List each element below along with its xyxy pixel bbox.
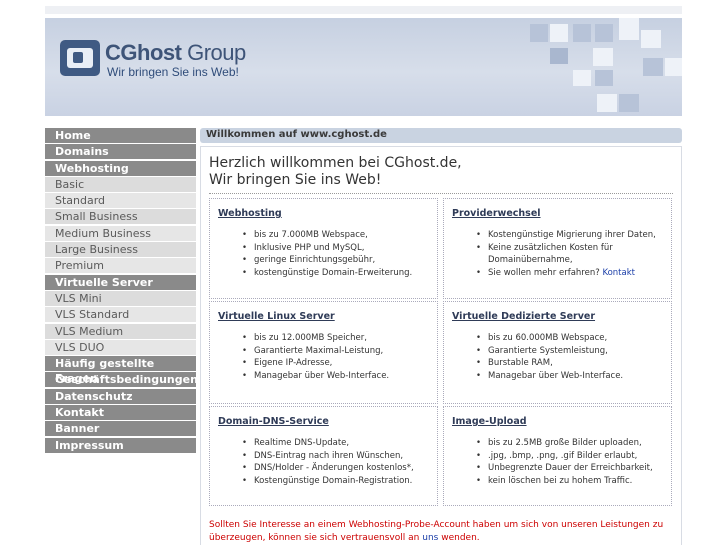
nav-item-premium[interactable]: Premium [45, 258, 196, 274]
decor-square [550, 48, 568, 64]
feature-title[interactable]: Domain-DNS-Service [218, 416, 329, 427]
nav-item-faq[interactable]: Häufig gestellte Fragen [45, 356, 196, 385]
nav-item-domains[interactable]: Domains [45, 144, 196, 160]
brand-name[interactable]: CGhost Group [105, 40, 246, 66]
decor-square [573, 70, 591, 86]
feature-title[interactable]: Virtuelle Linux Server [218, 311, 335, 322]
trial-account-note: Sollten Sie Interesse an einem Webhostin… [209, 519, 669, 545]
feature-list: bis zu 12.000MB Speicher, Garantierte Ma… [242, 332, 432, 383]
list-item: kein löschen bei zu hohem Traffic. [476, 475, 666, 488]
feature-list: bis zu 7.000MB Webspace, Inklusive PHP u… [242, 229, 432, 280]
feature-box-providerwechsel: Providerwechsel Kostengünstige Migrierun… [443, 198, 672, 299]
list-item: Realtime DNS-Update, [242, 437, 432, 450]
kontakt-link[interactable]: Kontakt [602, 268, 635, 278]
feature-list: bis zu 60.000MB Webspace, Garantierte Sy… [476, 332, 666, 383]
list-item: Garantierte Systemleistung, [476, 345, 666, 358]
welcome-heading: Herzlich willkommen bei CGhost.de, Wir b… [209, 155, 462, 189]
feature-box-webhosting: Webhosting bis zu 7.000MB Webspace, Inkl… [209, 198, 438, 299]
feature-box-dns-service: Domain-DNS-Service Realtime DNS-Update, … [209, 406, 438, 506]
content-title-bar: Willkommen auf www.cghost.de [200, 128, 682, 143]
nav-item-agb[interactable]: Geschäftsbedingungen [45, 372, 198, 388]
list-item: Managebar über Web-Interface. [476, 370, 666, 383]
feature-title[interactable]: Webhosting [218, 208, 282, 219]
list-item: bis zu 60.000MB Webspace, [476, 332, 666, 345]
list-item: DNS/Holder - Änderungen kostenlos*, [242, 462, 432, 475]
decor-square [643, 58, 663, 76]
nav-item-datenschutz[interactable]: Datenschutz [45, 388, 196, 404]
list-item: Keine zusätzlichen Kosten für Domainüber… [476, 242, 666, 267]
nav-item-banner[interactable]: Banner [45, 421, 196, 437]
top-stripe [45, 6, 682, 14]
cghost-logo-icon[interactable] [60, 40, 100, 76]
feature-title[interactable]: Providerwechsel [452, 208, 541, 219]
list-item: Sie wollen mehr erfahren? Kontakt [476, 267, 666, 280]
list-item: Burstable RAM, [476, 357, 666, 370]
main-content: Herzlich willkommen bei CGhost.de, Wir b… [200, 146, 682, 545]
decor-square [550, 24, 568, 42]
list-item-text: Sie wollen mehr erfahren? [488, 268, 600, 279]
decor-square [593, 48, 613, 66]
decor-square [619, 94, 639, 112]
feature-title[interactable]: Image-Upload [452, 416, 527, 427]
decor-square [595, 24, 613, 42]
welcome-line-2: Wir bringen Sie ins Web! [209, 172, 382, 188]
list-item: Inklusive PHP und MySQL, [242, 242, 432, 255]
feature-box-dedicated-server: Virtuelle Dedizierte Server bis zu 60.00… [443, 301, 672, 404]
list-item: Managebar über Web-Interface. [242, 370, 432, 383]
list-item: bis zu 2.5MB große Bilder uploaden, [476, 437, 666, 450]
nav-item-impressum[interactable]: Impressum [45, 437, 196, 453]
nav-item-kontakt[interactable]: Kontakt [45, 405, 196, 421]
list-item: Kostengünstige Migrierung ihrer Daten, [476, 229, 666, 242]
brand-tagline: Wir bringen Sie ins Web! [107, 65, 239, 79]
nav-item-home[interactable]: Home [45, 128, 196, 143]
decor-square [641, 30, 661, 48]
decor-square [619, 18, 639, 40]
decor-square [597, 94, 617, 112]
list-item: Kostengünstige Domain-Registration. [242, 475, 432, 488]
feature-box-image-upload: Image-Upload bis zu 2.5MB große Bilder u… [443, 406, 672, 506]
nav-item-small-business[interactable]: Small Business [45, 209, 196, 225]
decor-square [595, 70, 613, 86]
list-item: kostengünstige Domain-Erweiterung. [242, 267, 432, 280]
contact-us-link[interactable]: uns [422, 533, 438, 543]
list-item: Eigene IP-Adresse, [242, 357, 432, 370]
feature-list: Kostengünstige Migrierung ihrer Daten, K… [476, 229, 666, 280]
brand-group: Group [187, 40, 246, 65]
divider [209, 193, 673, 194]
feature-list: Realtime DNS-Update, DNS-Eintrag nach ih… [242, 437, 432, 488]
nav-item-basic[interactable]: Basic [45, 176, 196, 192]
sidebar-navigation: Home Domains Webhosting Basic Standard S… [45, 128, 198, 454]
nav-item-vls-duo[interactable]: VLS DUO [45, 339, 196, 355]
decor-square [573, 24, 591, 42]
content-title: Willkommen auf www.cghost.de [206, 129, 387, 140]
feature-title[interactable]: Virtuelle Dedizierte Server [452, 311, 595, 322]
feature-list: bis zu 2.5MB große Bilder uploaden, .jpg… [476, 437, 666, 488]
nav-item-vls-mini[interactable]: VLS Mini [45, 290, 196, 306]
nav-item-vls-medium[interactable]: VLS Medium [45, 323, 196, 339]
nav-item-medium-business[interactable]: Medium Business [45, 225, 196, 241]
list-item: bis zu 7.000MB Webspace, [242, 229, 432, 242]
nav-item-standard[interactable]: Standard [45, 193, 196, 209]
list-item: Unbegrenzte Dauer der Erreichbarkeit, [476, 462, 666, 475]
feature-box-linux-server: Virtuelle Linux Server bis zu 12.000MB S… [209, 301, 438, 404]
list-item: .jpg, .bmp, .png, .gif Bilder erlaubt, [476, 450, 666, 463]
decor-square [665, 58, 682, 76]
site-header-banner: CGhost Group Wir bringen Sie ins Web! [45, 18, 682, 116]
nav-item-vls-standard[interactable]: VLS Standard [45, 307, 196, 323]
nav-item-large-business[interactable]: Large Business [45, 242, 196, 258]
list-item: bis zu 12.000MB Speicher, [242, 332, 432, 345]
decor-square [530, 24, 548, 42]
list-item: Garantierte Maximal-Leistung, [242, 345, 432, 358]
nav-item-webhosting[interactable]: Webhosting [45, 160, 196, 176]
welcome-line-1: Herzlich willkommen bei CGhost.de, [209, 155, 462, 171]
note-text-end: wenden. [441, 533, 480, 543]
list-item: DNS-Eintrag nach ihren Wünschen, [242, 450, 432, 463]
list-item: geringe Einrichtungsgebühr, [242, 254, 432, 267]
nav-item-virtuelle-server[interactable]: Virtuelle Server [45, 274, 196, 290]
brand-main: CGhost [105, 40, 182, 65]
